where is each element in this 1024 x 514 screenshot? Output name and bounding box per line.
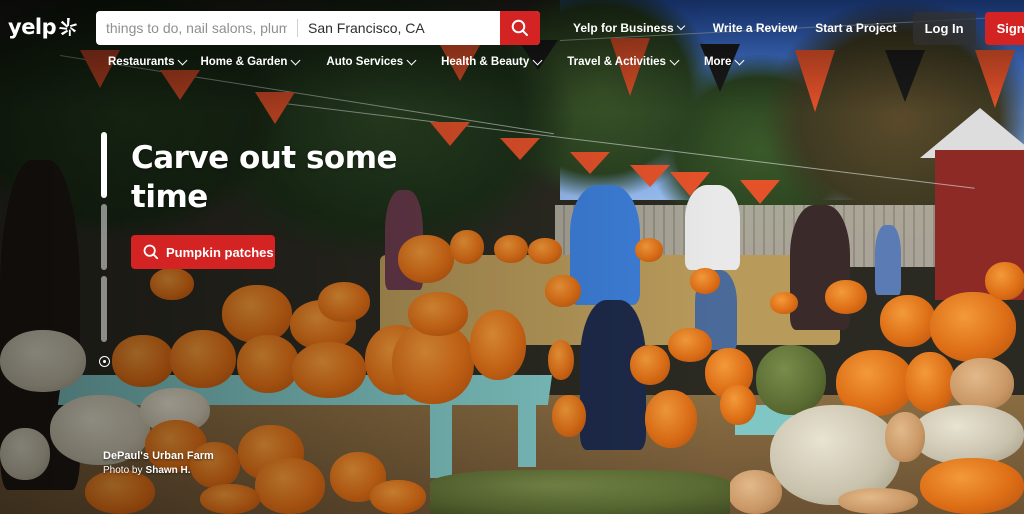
chevron-down-icon <box>290 55 301 65</box>
carousel-indicator[interactable] <box>101 276 107 342</box>
chevron-down-icon <box>734 55 745 65</box>
category-more[interactable]: More <box>703 55 745 68</box>
business-label: Yelp for Business <box>573 21 674 35</box>
category-nav: Restaurants Home & Garden Auto Services … <box>108 55 745 68</box>
photo-credit: DePaul's Urban Farm Photo by Shawn H. <box>103 449 214 478</box>
sign-up-button[interactable]: Sign Up <box>984 11 1024 45</box>
search-find-input[interactable] <box>96 19 298 37</box>
carousel-pause-icon[interactable] <box>99 356 110 367</box>
yelp-burst-icon <box>59 18 78 36</box>
top-nav: Yelp for Business Write a Review Start a… <box>573 10 1024 46</box>
category-label: Travel & Activities <box>567 56 666 68</box>
pumpkin-patches-button[interactable]: Pumpkin patches <box>131 235 275 269</box>
category-restaurants[interactable]: Restaurants <box>108 55 188 68</box>
chevron-down-icon <box>532 55 543 65</box>
search-bar <box>96 11 540 45</box>
category-label: Home & Garden <box>200 56 288 68</box>
category-auto-services[interactable]: Auto Services <box>326 55 417 68</box>
category-home-garden[interactable]: Home & Garden <box>200 55 301 68</box>
chevron-down-icon <box>406 55 417 65</box>
logo-text: yelp <box>8 15 57 39</box>
carousel-indicator[interactable] <box>101 204 107 270</box>
search-button[interactable] <box>500 11 540 45</box>
category-label: Restaurants <box>108 56 175 68</box>
write-review-link[interactable]: Write a Review <box>713 21 797 35</box>
chevron-down-icon <box>178 55 188 65</box>
credit-prefix: Photo by <box>103 465 143 476</box>
credit-business-link[interactable]: DePaul's Urban Farm <box>103 449 214 463</box>
carousel-progress <box>101 132 107 342</box>
search-icon <box>143 244 159 260</box>
yelp-logo[interactable]: yelp <box>8 15 78 39</box>
carousel-indicator[interactable] <box>101 132 107 198</box>
yelp-for-business-dropdown[interactable]: Yelp for Business <box>573 21 685 35</box>
category-label: More <box>703 56 732 68</box>
start-project-link[interactable]: Start a Project <box>815 21 896 35</box>
chevron-down-icon <box>676 21 685 31</box>
hero-headline: Carve out some time <box>131 140 398 215</box>
search-icon <box>511 19 528 36</box>
chevron-down-icon <box>669 55 680 65</box>
credit-author-link[interactable]: Shawn H. <box>146 465 191 476</box>
category-travel-activities[interactable]: Travel & Activities <box>567 55 680 68</box>
cta-label: Pumpkin patches <box>166 244 274 260</box>
category-label: Health & Beauty <box>441 56 530 68</box>
category-label: Auto Services <box>326 56 404 68</box>
search-near-input[interactable] <box>298 11 500 45</box>
log-in-button[interactable]: Log In <box>912 11 976 45</box>
category-health-beauty[interactable]: Health & Beauty <box>441 55 543 68</box>
